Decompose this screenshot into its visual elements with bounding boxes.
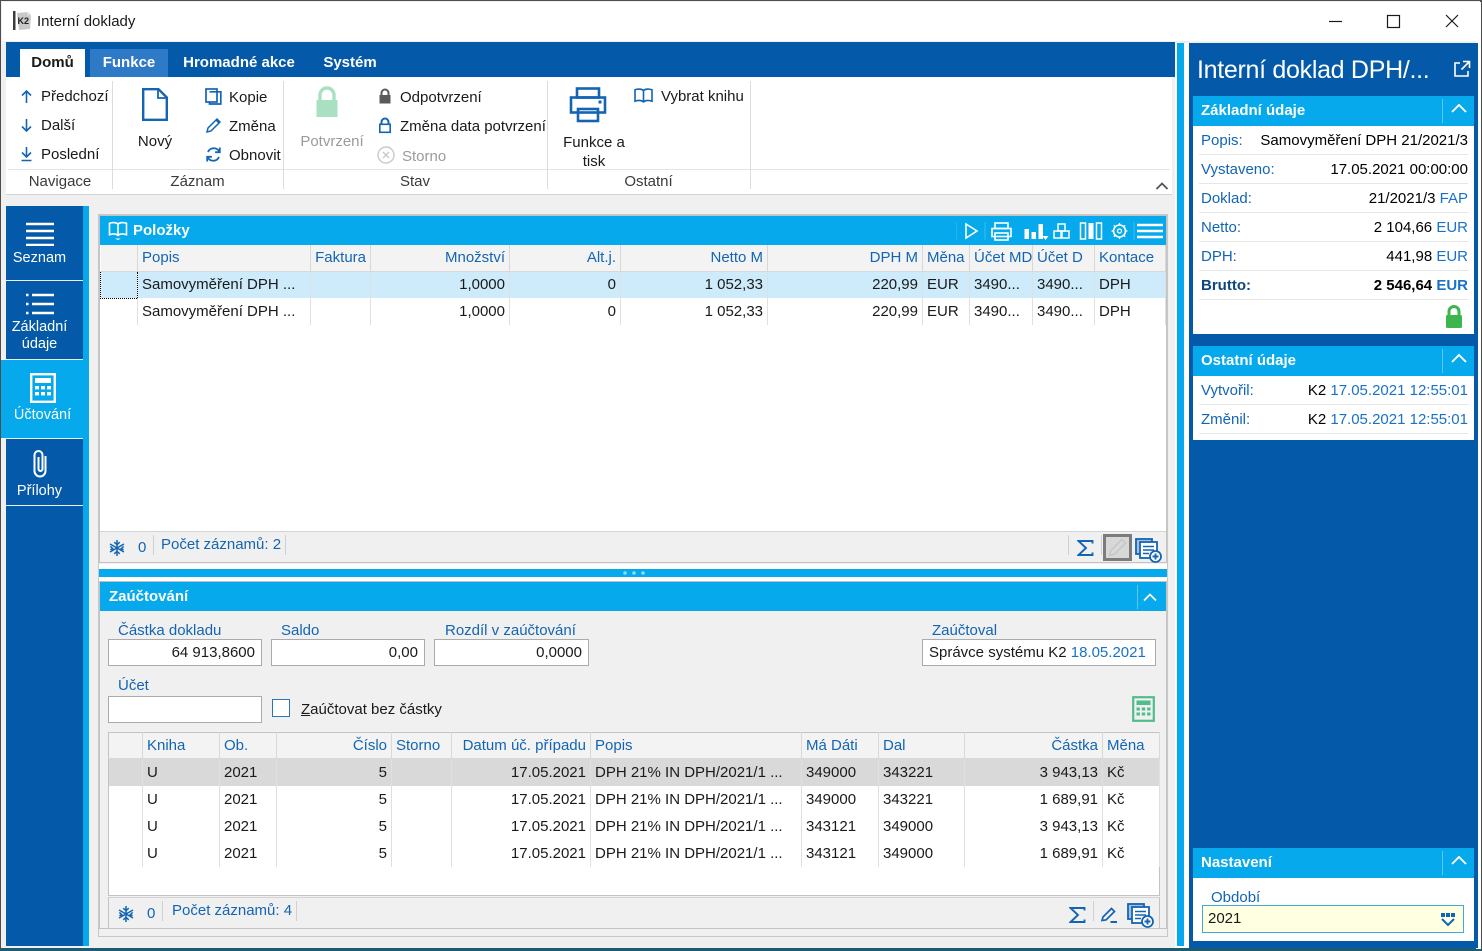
svg-text:K2: K2 xyxy=(18,16,30,26)
